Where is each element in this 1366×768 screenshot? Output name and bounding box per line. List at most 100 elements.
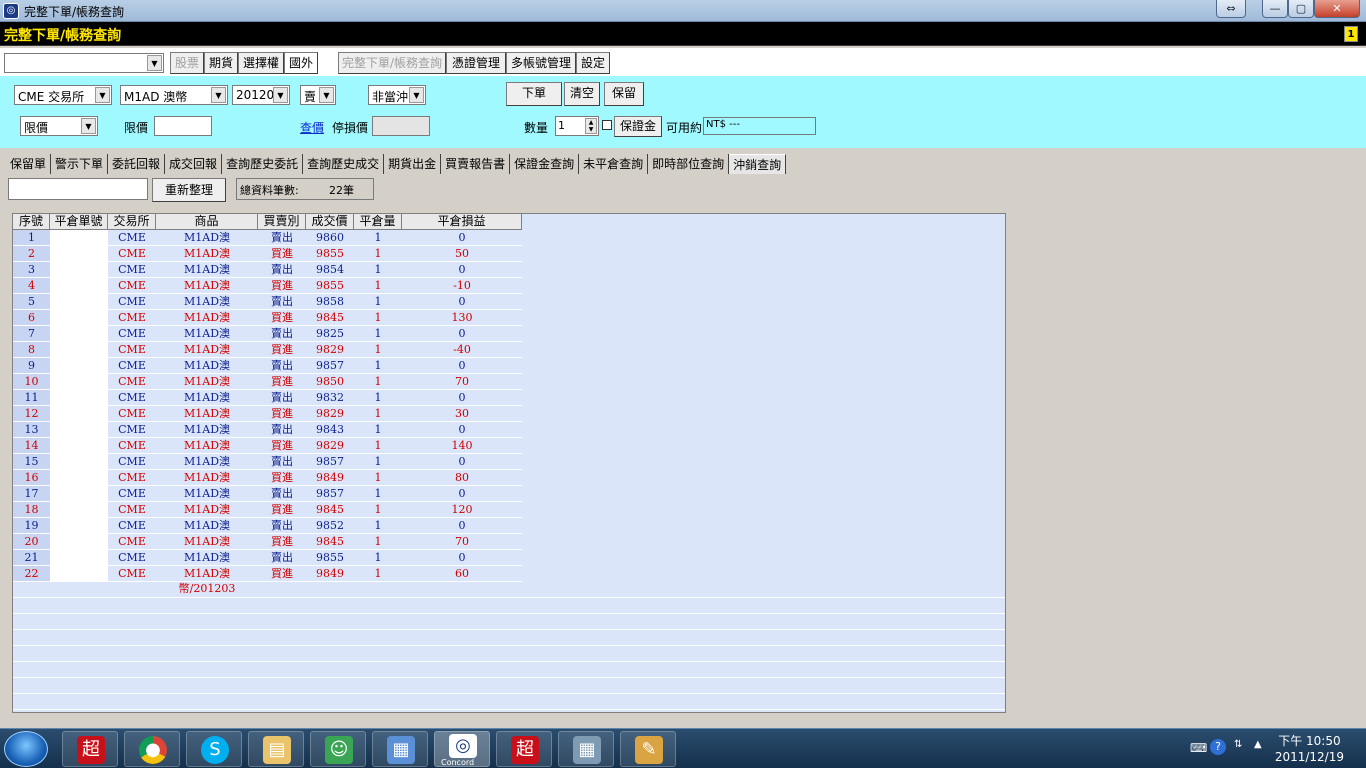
tab-kept-orders[interactable]: 保留單: [6, 154, 52, 174]
tab-withdraw[interactable]: 期貨出金: [384, 154, 442, 174]
swap-icon[interactable]: ⇔: [1216, 0, 1246, 18]
full-order-button[interactable]: 完整下單/帳務查詢: [338, 52, 446, 74]
col-header-close-no[interactable]: 平倉單號: [50, 214, 108, 230]
side-select[interactable]: 賣 ▼: [300, 85, 336, 105]
clock[interactable]: 下午 10:50 2011/12/19: [1275, 733, 1344, 765]
tab-open-position[interactable]: 未平倉查詢: [579, 154, 649, 174]
tab-order-reports[interactable]: 委託回報: [108, 154, 166, 174]
concord-icon[interactable]: ◎ Concord: [434, 731, 490, 767]
place-order-button[interactable]: 下單: [506, 82, 562, 106]
start-orb[interactable]: [4, 731, 48, 767]
tab-offset-query[interactable]: 沖銷查詢: [729, 154, 787, 174]
tab-margin-query[interactable]: 保證金查詢: [510, 154, 580, 174]
cell-price: 9860: [306, 230, 354, 246]
tray-arrow-icon[interactable]: ▲: [1254, 739, 1262, 750]
table-row[interactable]: 9CMEM1AD澳幣/201203賣出985710: [13, 358, 522, 387]
refresh-button[interactable]: 重新整理: [152, 178, 226, 202]
cell-qty: 1: [354, 278, 402, 294]
col-header-exchange[interactable]: 交易所: [108, 214, 156, 230]
cell-side: 賣出: [258, 518, 306, 534]
table-row[interactable]: 6 CMEM1AD澳幣/201203買進98451130: [13, 310, 522, 339]
clear-button[interactable]: 清空: [564, 82, 600, 106]
tab-realtime-position[interactable]: 即時部位查詢: [648, 154, 730, 174]
col-header-pnl[interactable]: 平倉損益: [402, 214, 522, 230]
keep-button[interactable]: 保留: [604, 82, 644, 106]
table-row[interactable]: 10 CMEM1AD澳幣/201203買進9850170: [13, 374, 522, 403]
calculator-icon[interactable]: ▦: [558, 731, 614, 767]
col-header-side[interactable]: 買賣別: [258, 214, 306, 230]
filter-input[interactable]: [8, 178, 148, 200]
table-row[interactable]: 13 CMEM1AD澳幣/201203賣出984310: [13, 422, 522, 451]
cell-qty: 1: [354, 358, 402, 374]
margin-button[interactable]: 保證金: [614, 116, 662, 137]
table-row[interactable]: 7 CMEM1AD澳幣/201203賣出982510: [13, 326, 522, 355]
table-row[interactable]: 21 CMEM1AD澳幣/201203賣出985510: [13, 550, 522, 579]
skype-icon[interactable]: S: [186, 731, 242, 767]
options-button[interactable]: 選擇權: [238, 52, 284, 74]
app-taskbar-button[interactable]: 超: [62, 731, 118, 767]
spin-icon[interactable]: ▲ ▼: [585, 118, 597, 134]
tab-history-fills[interactable]: 查詢歷史成交: [303, 154, 385, 174]
tab-alert-orders[interactable]: 警示下單: [51, 154, 109, 174]
tab-history-orders[interactable]: 查詢歷史委託: [222, 154, 304, 174]
table-row[interactable]: 14 CMEM1AD澳幣/201203買進98291140: [13, 438, 522, 467]
app-taskbar-button-2[interactable]: 超: [496, 731, 552, 767]
pin-icon[interactable]: 1: [1344, 26, 1358, 42]
col-header-seq[interactable]: 序號: [13, 214, 50, 230]
stop-price-input[interactable]: [372, 116, 430, 136]
table-row[interactable]: 16 CMEM1AD澳幣/201203買進9849180: [13, 470, 522, 499]
table-row[interactable]: 20 CMEM1AD澳幣/201203買進9845170: [13, 534, 522, 563]
futures-button[interactable]: 期貨: [204, 52, 238, 74]
explorer-icon[interactable]: ▤: [248, 731, 304, 767]
table-row[interactable]: 15 CMEM1AD澳幣/201203賣出985710: [13, 454, 522, 483]
query-price-link[interactable]: 查價: [300, 119, 324, 136]
month-select[interactable]: 201203 ▼: [232, 85, 290, 105]
foreign-button[interactable]: 國外: [284, 52, 318, 74]
daytrade-select[interactable]: 非當沖 ▼: [368, 85, 426, 105]
table-row[interactable]: 18 CMEM1AD澳幣/201203買進98451120: [13, 502, 522, 531]
exchange-select[interactable]: CME 交易所 ▼: [14, 85, 112, 105]
table-row[interactable]: 17 CMEM1AD澳幣/201203賣出985710: [13, 486, 522, 515]
minimize-button[interactable]: —: [1262, 0, 1288, 18]
cert-manage-button[interactable]: 憑證管理: [446, 52, 506, 74]
cell-exchange: CME: [108, 470, 156, 486]
help-icon[interactable]: ?: [1210, 739, 1226, 755]
col-header-price[interactable]: 成交價: [306, 214, 354, 230]
account-select[interactable]: ▼: [4, 53, 164, 73]
quantity-stepper[interactable]: 1 ▲ ▼: [555, 116, 599, 136]
cell-side: 買進: [258, 470, 306, 486]
stock-button[interactable]: 股票: [170, 52, 204, 74]
col-header-product[interactable]: 商品: [156, 214, 258, 230]
margin-checkbox[interactable]: [602, 120, 612, 130]
keyboard-icon[interactable]: ⌨: [1190, 741, 1207, 755]
price-type-select[interactable]: 限價 ▼: [20, 116, 98, 136]
table-row[interactable]: 19 CMEM1AD澳幣/201203賣出985210: [13, 518, 522, 547]
maximize-button[interactable]: ▢: [1288, 0, 1314, 18]
settings-button[interactable]: 設定: [576, 52, 610, 74]
table-row[interactable]: 12CMEM1AD澳幣/201203買進9829130: [13, 406, 522, 435]
tab-fill-reports[interactable]: 成交回報: [165, 154, 223, 174]
app-icon[interactable]: ◎: [3, 3, 19, 19]
multi-account-button[interactable]: 多帳號管理: [506, 52, 576, 74]
table-row[interactable]: 3 CMEM1AD澳幣/201203賣出985410: [13, 262, 522, 291]
cell-seq: 21: [13, 550, 50, 566]
table-row[interactable]: 1CMEM1AD澳幣/201203賣出986010: [13, 230, 522, 259]
cell-pnl: -40: [402, 342, 522, 358]
paint-icon[interactable]: ✎: [620, 731, 676, 767]
network-icon[interactable]: ⇅: [1234, 739, 1242, 750]
table-row[interactable]: 22 CME M1AD澳幣/201203 買進 9849 1 60: [13, 566, 522, 595]
table-row[interactable]: 8 CMEM1AD澳幣/201203買進98291-40: [13, 342, 522, 371]
messenger-icon[interactable]: ☺: [310, 731, 366, 767]
cell-product: M1AD澳幣/201203: [156, 358, 258, 387]
chrome-icon[interactable]: ●: [124, 731, 180, 767]
control-panel-icon[interactable]: ▦: [372, 731, 428, 767]
table-row[interactable]: 11 CMEM1AD澳幣/201203賣出983210: [13, 390, 522, 419]
table-row[interactable]: 2 CMEM1AD澳幣/201203買進9855150: [13, 246, 522, 275]
product-select[interactable]: M1AD 澳幣 ▼: [120, 85, 228, 105]
table-row[interactable]: 5 CMEM1AD澳幣/201203賣出985810: [13, 294, 522, 323]
table-row[interactable]: 4 CMEM1AD澳幣/201203買進98551-10: [13, 278, 522, 307]
col-header-qty[interactable]: 平倉量: [354, 214, 402, 230]
limit-price-input[interactable]: [154, 116, 212, 136]
close-button[interactable]: ✕: [1314, 0, 1360, 18]
tab-trade-report[interactable]: 買賣報告書: [441, 154, 511, 174]
